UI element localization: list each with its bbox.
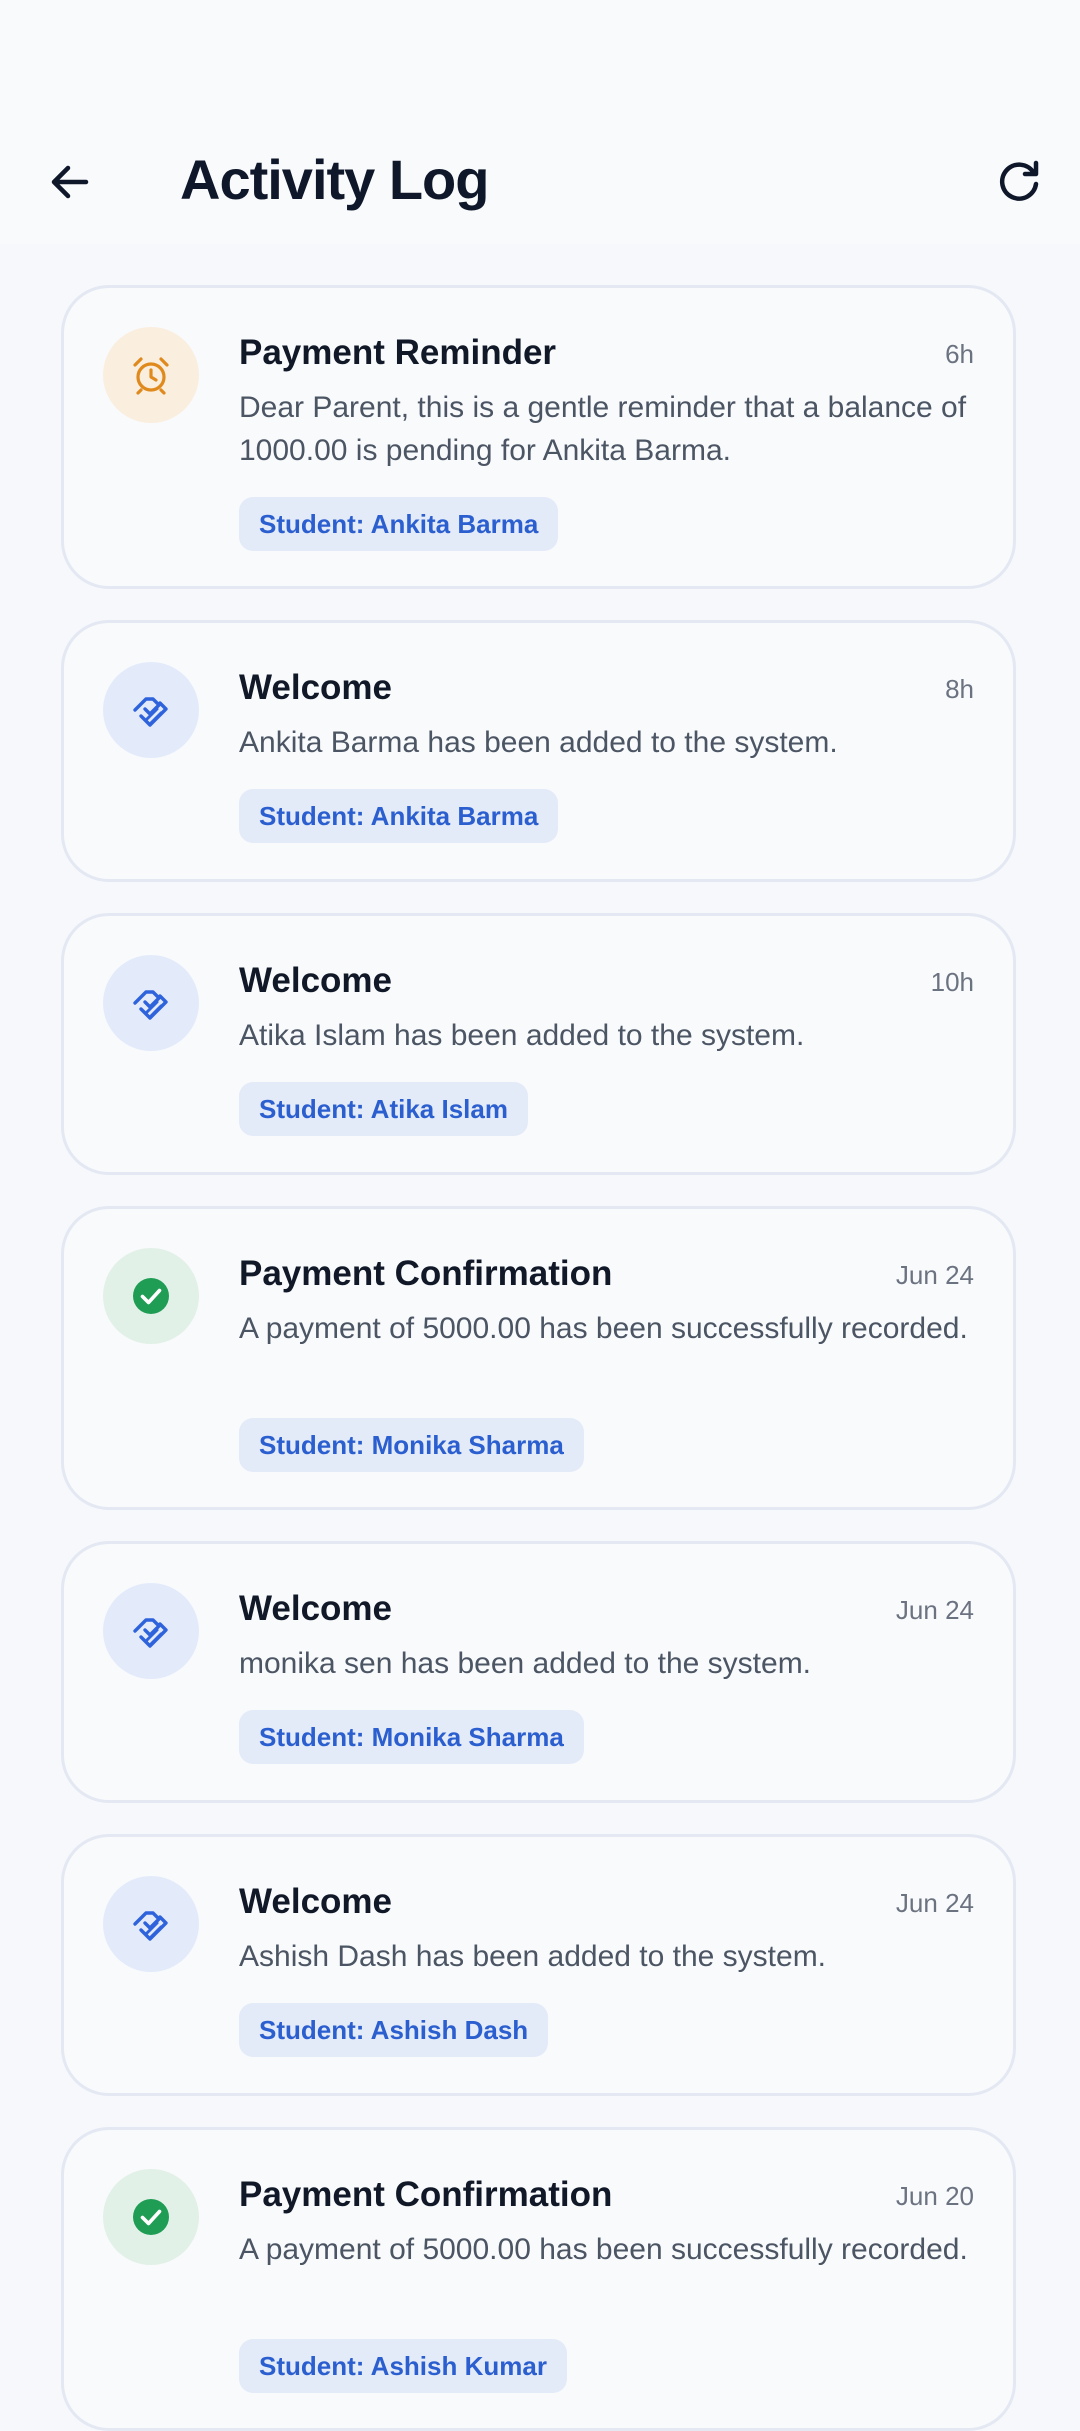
card-time: Jun 24 bbox=[895, 1595, 974, 1625]
handshake-icon bbox=[103, 1583, 199, 1679]
card-title: Payment Confirmation bbox=[239, 2175, 613, 2214]
card-time: Jun 24 bbox=[895, 1888, 974, 1918]
student-tag[interactable]: Student: Atika Islam bbox=[239, 1082, 528, 1136]
card-message: A payment of 5000.00 has been successful… bbox=[239, 1312, 968, 1345]
card-title: Welcome bbox=[239, 668, 393, 707]
card-title: Welcome bbox=[239, 961, 393, 1000]
card-title: Welcome bbox=[239, 1589, 393, 1628]
handshake-icon bbox=[103, 662, 199, 758]
handshake-icon bbox=[103, 955, 199, 1051]
activity-card[interactable]: Payment Reminder 6h Dear Parent, this is… bbox=[61, 285, 1016, 589]
card-message: Dear Parent, this is a gentle reminder t… bbox=[239, 391, 967, 467]
student-tag[interactable]: Student: Ashish Kumar bbox=[239, 2339, 567, 2393]
card-message: Atika Islam has been added to the system… bbox=[239, 1019, 805, 1052]
student-tag[interactable]: Student: Monika Sharma bbox=[239, 1418, 584, 1472]
refresh-button[interactable] bbox=[980, 142, 1060, 222]
card-message: Ankita Barma has been added to the syste… bbox=[239, 726, 838, 759]
card-time: 8h bbox=[945, 674, 974, 704]
card-message: A payment of 5000.00 has been successful… bbox=[239, 2233, 968, 2266]
handshake-icon bbox=[103, 1876, 199, 1972]
activity-card[interactable]: Welcome Jun 24 Ashish Dash has been adde… bbox=[61, 1834, 1016, 2096]
alarm-clock-icon bbox=[103, 327, 199, 423]
card-message: Ashish Dash has been added to the system… bbox=[239, 1940, 827, 1973]
back-button[interactable] bbox=[30, 142, 110, 222]
student-tag[interactable]: Student: Ankita Barma bbox=[239, 789, 559, 843]
card-time: Jun 20 bbox=[895, 2181, 974, 2211]
refresh-icon bbox=[995, 157, 1045, 207]
activity-card[interactable]: Payment Confirmation Jun 24 A payment of… bbox=[61, 1206, 1016, 1510]
card-time: 6h bbox=[945, 339, 974, 369]
activity-card[interactable]: Welcome 8h Ankita Barma has been added t… bbox=[61, 620, 1016, 882]
card-time: 10h bbox=[930, 967, 974, 997]
activity-card[interactable]: Payment Confirmation Jun 20 A payment of… bbox=[61, 2127, 1016, 2431]
activity-card[interactable]: Welcome 10h Atika Islam has been added t… bbox=[61, 913, 1016, 1175]
card-title: Welcome bbox=[239, 1882, 393, 1921]
student-tag[interactable]: Student: Ashish Dash bbox=[239, 2003, 549, 2057]
card-time: Jun 24 bbox=[895, 1260, 974, 1290]
card-title: Payment Reminder bbox=[239, 333, 557, 372]
arrow-left-icon bbox=[46, 158, 94, 206]
card-title: Payment Confirmation bbox=[239, 1254, 613, 1293]
activity-card[interactable]: Welcome Jun 24 monika sen has been added… bbox=[61, 1541, 1016, 1803]
student-tag[interactable]: Student: Monika Sharma bbox=[239, 1710, 584, 1764]
app-header: Activity Log bbox=[0, 92, 1080, 244]
check-circle-icon bbox=[103, 2169, 199, 2265]
card-message: monika sen has been added to the system. bbox=[239, 1647, 812, 1680]
student-tag[interactable]: Student: Ankita Barma bbox=[239, 497, 559, 551]
status-bar bbox=[0, 0, 1080, 92]
check-circle-icon bbox=[103, 1248, 199, 1344]
page-title: Activity Log bbox=[180, 148, 489, 211]
